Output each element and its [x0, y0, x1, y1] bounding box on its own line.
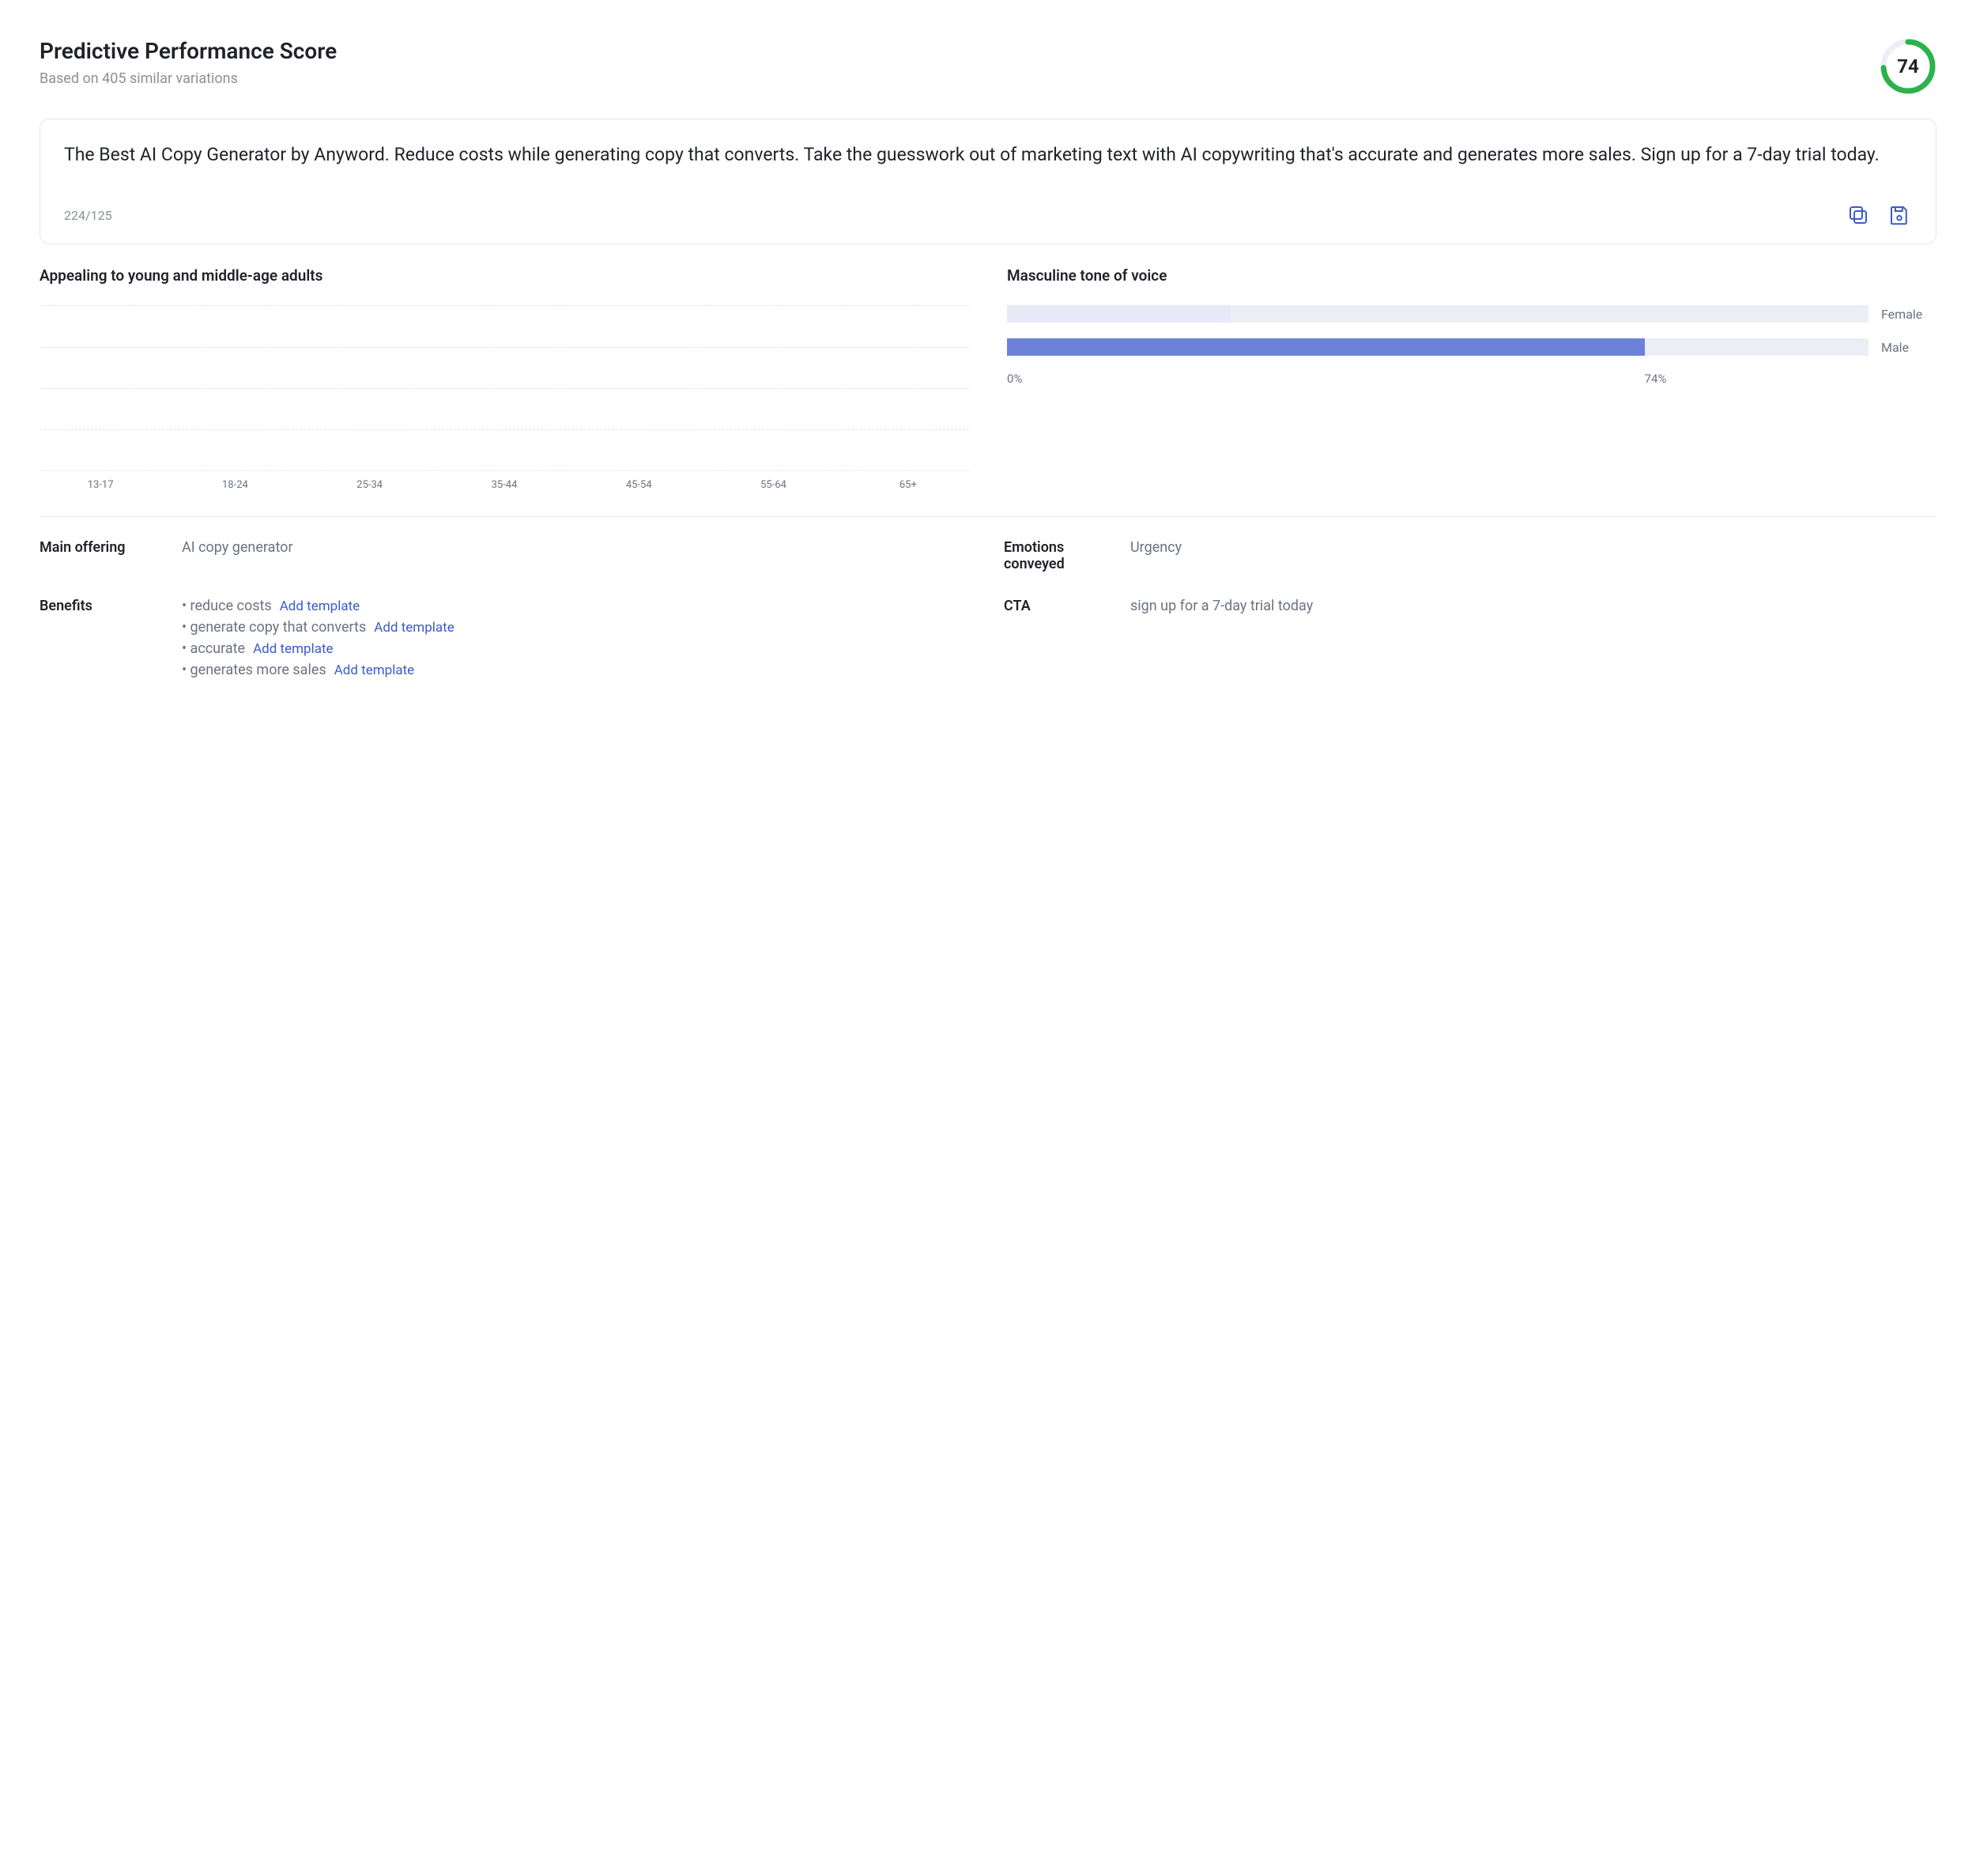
age-bar-label: 13-17 — [40, 479, 161, 491]
copy-icon[interactable] — [1846, 202, 1871, 228]
tone-bar — [1007, 338, 1645, 356]
benefits-label: Benefits — [40, 598, 166, 683]
age-bar-label: 55-64 — [712, 479, 834, 491]
age-bar-label: 18-24 — [174, 479, 296, 491]
benefit-text: • generate copy that converts — [182, 619, 366, 636]
benefit-text: • generates more sales — [182, 662, 326, 678]
cta-value: sign up for a 7-day trial today — [1130, 598, 1936, 683]
page-title: Predictive Performance Score — [40, 38, 337, 64]
emotions-value: Urgency — [1130, 539, 1936, 572]
add-template-link[interactable]: Add template — [374, 620, 454, 636]
add-template-link[interactable]: Add template — [253, 641, 333, 657]
char-count: 224/125 — [64, 208, 112, 223]
main-offering-label: Main offering — [40, 539, 166, 572]
tone-bar — [1007, 305, 1231, 323]
tone-chart-title: Masculine tone of voice — [1007, 266, 1936, 285]
age-bar-label: 65+ — [847, 479, 969, 491]
tone-bar-label: Female — [1881, 307, 1936, 322]
age-bar-chart — [40, 305, 969, 471]
cta-label: CTA — [1004, 598, 1114, 683]
copy-card: The Best AI Copy Generator by Anyword. R… — [40, 119, 1936, 244]
benefit-text: • reduce costs — [182, 598, 272, 614]
emotions-label: Emotions conveyed — [1004, 539, 1114, 572]
age-bar-label: 45-54 — [578, 479, 700, 491]
tone-axis-tick: 0% — [1007, 372, 1022, 386]
age-chart-title: Appealing to young and middle-age adults — [40, 266, 969, 285]
score-ring: 74 — [1880, 38, 1936, 95]
main-offering-value: AI copy generator — [182, 539, 988, 572]
copy-text[interactable]: The Best AI Copy Generator by Anyword. R… — [64, 142, 1912, 168]
tone-bar-chart: Female Male — [1007, 305, 1936, 356]
age-bar-label: 25-34 — [309, 479, 431, 491]
page-subtitle: Based on 405 similar variations — [40, 70, 337, 87]
age-bar-label: 35-44 — [443, 479, 565, 491]
save-icon[interactable] — [1887, 202, 1912, 228]
benefits-list: • reduce costs Add template • generate cop… — [182, 598, 988, 683]
score-value: 74 — [1880, 38, 1936, 95]
tone-axis-tick: 74% — [1645, 372, 1667, 386]
tone-bar-label: Male — [1881, 340, 1936, 355]
benefit-text: • accurate — [182, 640, 245, 657]
add-template-link[interactable]: Add template — [280, 598, 360, 614]
add-template-link[interactable]: Add template — [334, 662, 414, 678]
